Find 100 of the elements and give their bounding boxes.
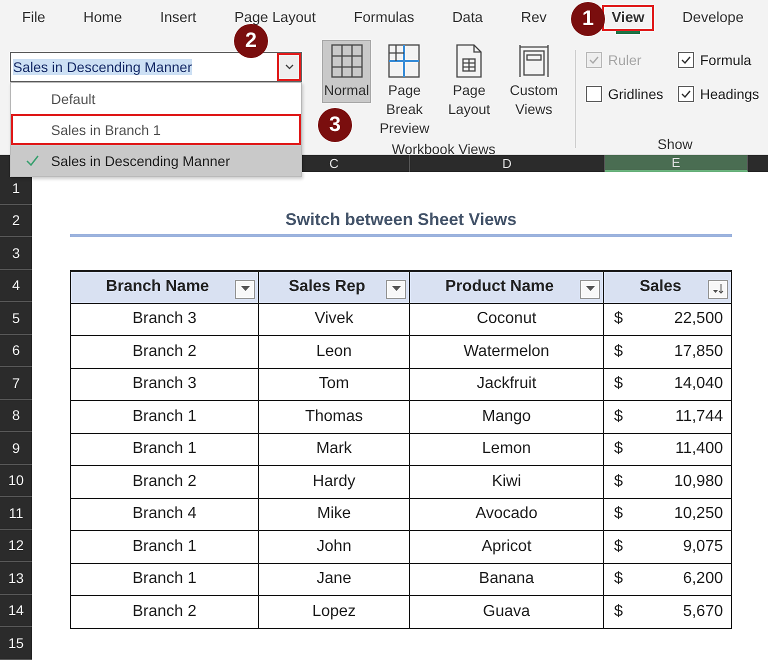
table-cell: Watermelon [410,336,604,368]
currency-symbol: $ [614,342,623,361]
amount: 17,850 [674,342,723,361]
currency-symbol: $ [614,375,623,394]
table-cell: Leon [258,336,410,368]
table-cell: John [258,530,410,563]
caret-icon [392,286,400,292]
currency-symbol: $ [614,505,623,524]
currency-symbol: $ [614,570,623,588]
amount: 6,200 [682,570,723,588]
table-cell: Hardy [258,466,410,498]
custom-views-icon [516,43,551,79]
caret-icon [586,286,594,292]
table-cell: Branch 1 [70,563,258,596]
row-number[interactable]: 4 [0,270,32,302]
amount: 22,500 [674,310,723,328]
checkbox-option[interactable]: Formula [678,52,764,68]
caret-icon [240,286,250,292]
table-cell: Mark [258,433,410,466]
ribbon-tab[interactable]: Formulas [344,5,424,31]
ribbon-tab[interactable]: View [602,5,654,31]
currency-symbol: $ [614,538,623,556]
column-heading: Product Name [445,278,555,295]
caret-icon [284,64,294,70]
row-number[interactable]: 11 [0,497,32,530]
row-number[interactable]: 13 [0,562,32,594]
filter-button[interactable] [386,280,406,298]
row-number[interactable]: 10 [0,464,32,497]
view-button[interactable]: Custom Views [502,40,566,122]
amount: 10,250 [674,505,723,524]
amount: 11,744 [675,408,723,426]
currency-symbol: $ [614,310,623,328]
currency-symbol: $ [614,602,623,621]
table-cell: Guava [410,596,604,628]
row-number[interactable]: 15 [0,627,32,660]
currency-symbol: $ [614,440,623,458]
view-button[interactable]: Normal [322,40,372,103]
row-number[interactable]: 2 [0,204,32,237]
ribbon-tab[interactable]: Home [73,5,132,31]
table-cell: Kiwi [410,466,604,498]
table-cell: Branch 3 [70,368,258,400]
currency-symbol: $ [614,408,623,426]
table-cell: Branch 2 [70,336,258,368]
row-number[interactable]: 7 [0,367,32,400]
checkbox[interactable] [586,86,602,102]
table-cell: Jane [258,563,410,596]
check-icon [680,88,692,100]
row-number[interactable]: 3 [0,237,32,270]
row-number[interactable]: 12 [0,530,32,562]
table-cell: Branch 1 [70,433,258,466]
sheet-title: Switch between Sheet Views [284,210,518,231]
filter-button[interactable] [235,280,255,298]
row-number[interactable]: 6 [0,334,32,367]
row-number[interactable]: 5 [0,302,32,334]
column-heading: Branch Name [106,278,210,295]
checkbox-option[interactable]: Gridlines [586,86,678,102]
amount: 11,400 [675,440,723,458]
amount: 5,670 [682,602,723,621]
amount: 10,980 [674,472,723,491]
ribbon-tab[interactable]: Develope [672,5,754,31]
table-cell: Banana [410,563,604,596]
table-cell: Mango [410,400,604,433]
view-button[interactable]: Page Layout [438,40,500,122]
row-number[interactable]: 8 [0,400,32,432]
checkbox[interactable] [678,86,694,102]
checkbox-option[interactable]: Headings [678,86,764,102]
column-heading: Sales Rep [288,278,366,295]
table-cell: Tom [258,368,410,400]
checkbox[interactable] [678,52,694,68]
amount: 9,075 [682,538,723,556]
amount: 14,040 [674,375,723,394]
sort-descending-icon [712,284,724,294]
table-cell: Apricot [410,530,604,563]
dropdown-arrow-button[interactable] [277,53,301,81]
currency-symbol: $ [614,472,623,491]
table-cell: Thomas [258,400,410,433]
sort-filter-button[interactable] [708,280,728,298]
filter-button[interactable] [580,280,600,298]
check-icon [26,155,38,166]
row-number[interactable]: 14 [0,594,32,627]
row-number[interactable]: 9 [0,432,32,464]
page-break-icon [387,43,422,79]
ribbon-tab[interactable]: Data [442,5,493,31]
table-cell: Branch 2 [70,596,258,628]
table-cell: Branch 3 [70,303,258,336]
sheet-view-dropdown[interactable]: Sales in Descending Manner [10,52,302,82]
view-button[interactable]: Page Break Preview [373,40,436,141]
table-cell: Coconut [410,303,604,336]
table-cell: Branch 1 [70,400,258,433]
check-icon [588,54,600,66]
dropdown-option[interactable]: Sales in Descending Manner [11,145,301,176]
ribbon-tab[interactable]: File [12,5,56,31]
table-cell: Jackfruit [410,368,604,400]
column-header[interactable]: E [605,155,748,172]
dropdown-option[interactable]: Default [11,83,301,114]
dropdown-option[interactable]: Sales in Branch 1 [11,114,301,145]
column-heading: Sales [640,278,682,295]
ribbon-tab[interactable]: Insert [150,5,206,31]
selected-text: Sales in Descending Manner [13,59,192,75]
ribbon-tab[interactable]: Rev [510,5,557,31]
